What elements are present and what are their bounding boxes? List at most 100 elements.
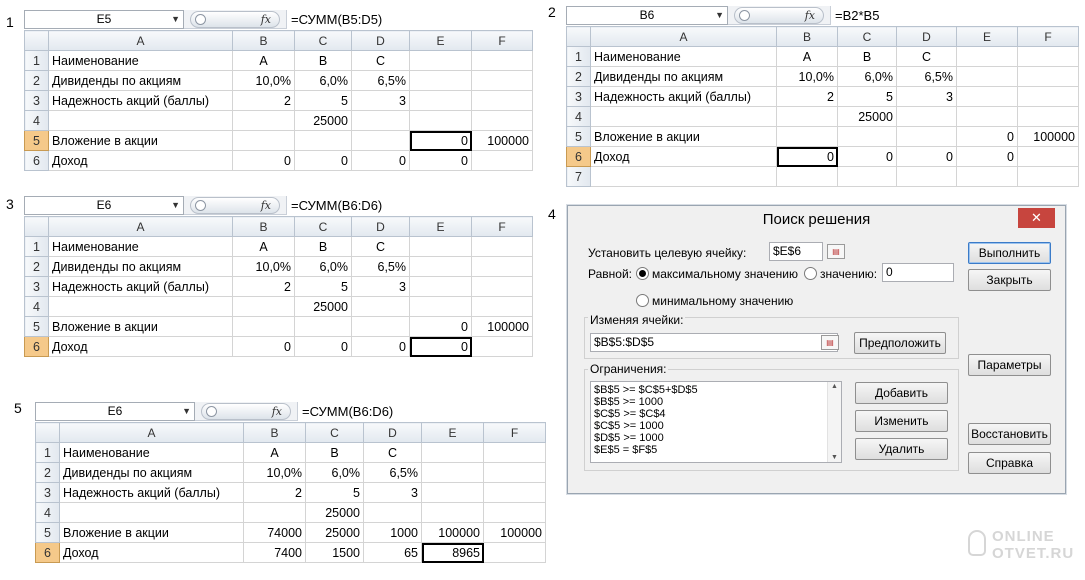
min-radio[interactable] xyxy=(636,294,649,307)
formula-input[interactable]: =СУММ(B5:D5) xyxy=(286,10,532,29)
cell-F2[interactable] xyxy=(471,70,533,91)
column-header-e[interactable]: E xyxy=(421,422,484,443)
cell-E5[interactable]: 100000 xyxy=(421,522,484,543)
cell-C5[interactable]: 25000 xyxy=(305,522,364,543)
formula-input[interactable]: =СУММ(B6:D6) xyxy=(297,402,545,421)
parameters-button[interactable]: Параметры xyxy=(968,354,1051,376)
cell-E2[interactable] xyxy=(421,462,484,483)
cell-B5[interactable] xyxy=(232,316,295,337)
cell-F1[interactable] xyxy=(471,50,533,71)
close-icon[interactable]: ✕ xyxy=(1018,208,1055,228)
cell-C1[interactable]: B xyxy=(837,46,897,67)
cell-B1[interactable]: A xyxy=(243,442,306,463)
delete-button[interactable]: Удалить xyxy=(855,438,948,460)
cell-E5[interactable]: 0 xyxy=(409,316,472,337)
cell-A5[interactable]: Вложение в акции xyxy=(59,522,244,543)
cell-C4[interactable]: 25000 xyxy=(294,296,352,317)
list-item[interactable]: $B$5 >= $C$5+$D$5 xyxy=(591,384,841,396)
formula-input[interactable]: =СУММ(B6:D6) xyxy=(286,196,532,215)
cell-D6[interactable]: 0 xyxy=(896,146,957,167)
cell-A4[interactable] xyxy=(48,296,233,317)
cell-F4[interactable] xyxy=(1017,106,1079,127)
cell-D2[interactable]: 6,5% xyxy=(351,256,410,277)
column-header-e[interactable]: E xyxy=(409,30,472,51)
cell-F5[interactable]: 100000 xyxy=(483,522,546,543)
cell-A3[interactable]: Надежность акций (баллы) xyxy=(48,90,233,111)
cell-C1[interactable]: B xyxy=(294,236,352,257)
insert-function-icon[interactable]: fx xyxy=(272,404,282,419)
list-item[interactable]: $E$5 = $F$5 xyxy=(591,444,841,456)
column-header-a[interactable]: A xyxy=(48,30,233,51)
max-radio[interactable] xyxy=(636,267,649,280)
column-header-e[interactable]: E xyxy=(956,26,1018,47)
cell-F3[interactable] xyxy=(471,276,533,297)
cell-A1[interactable]: Наименование xyxy=(59,442,244,463)
cell-B6[interactable]: 0 xyxy=(232,150,295,171)
cell-E4[interactable] xyxy=(409,110,472,131)
guess-button[interactable]: Предположить xyxy=(854,332,946,354)
cell-E5[interactable]: 0 xyxy=(956,126,1018,147)
target-cell-input[interactable]: $E$6 xyxy=(769,242,823,261)
cell-D1[interactable]: C xyxy=(363,442,422,463)
change-button[interactable]: Изменить xyxy=(855,410,948,432)
cell-C2[interactable]: 6,0% xyxy=(294,256,352,277)
constraints-list[interactable]: $B$5 >= $C$5+$D$5 $B$5 >= 1000 $C$5 >= $C$… xyxy=(590,381,842,463)
insert-function-icon[interactable]: fx xyxy=(261,12,271,27)
cell-E4[interactable] xyxy=(409,296,472,317)
row-header[interactable]: 6 xyxy=(35,542,60,563)
cell-A1[interactable]: Наименование xyxy=(590,46,777,67)
cell-F4[interactable] xyxy=(483,502,546,523)
name-box[interactable]: E6 ▼ xyxy=(24,196,184,215)
cell-D2[interactable]: 6,5% xyxy=(363,462,422,483)
cell-B4[interactable] xyxy=(243,502,306,523)
column-header-f[interactable]: F xyxy=(471,30,533,51)
cell-C3[interactable]: 5 xyxy=(305,482,364,503)
select-all-corner[interactable] xyxy=(24,30,49,51)
close-button[interactable]: Закрыть xyxy=(968,269,1051,291)
constraints-scrollbar[interactable]: ▲ ▼ xyxy=(827,382,841,462)
cell-D4[interactable] xyxy=(351,296,410,317)
cell-F5[interactable]: 100000 xyxy=(1017,126,1079,147)
cell-D4[interactable] xyxy=(351,110,410,131)
select-all-corner[interactable] xyxy=(24,216,49,237)
cell-B2[interactable]: 10,0% xyxy=(243,462,306,483)
cell-E1[interactable] xyxy=(409,50,472,71)
cell-E4[interactable] xyxy=(421,502,484,523)
changing-cells-input[interactable]: $B$5:$D$5 xyxy=(590,333,838,352)
row-header[interactable]: 5 xyxy=(24,130,49,151)
row-header[interactable]: 2 xyxy=(24,70,49,91)
cell-D3[interactable]: 3 xyxy=(363,482,422,503)
cell-F6[interactable] xyxy=(483,542,546,563)
cell-B2[interactable]: 10,0% xyxy=(232,70,295,91)
collapse-dialog-icon[interactable]: ▤ xyxy=(821,335,839,350)
cell-A2[interactable]: Дивиденды по акциям xyxy=(48,256,233,277)
row-header[interactable]: 4 xyxy=(566,106,591,127)
cell-A6[interactable]: Доход xyxy=(590,146,777,167)
cell-D3[interactable]: 3 xyxy=(351,276,410,297)
column-header-e[interactable]: E xyxy=(409,216,472,237)
row-header[interactable]: 6 xyxy=(24,336,49,357)
column-header-a[interactable]: A xyxy=(59,422,244,443)
collapse-dialog-icon[interactable]: ▤ xyxy=(827,244,845,259)
column-header-a[interactable]: A xyxy=(590,26,777,47)
cell-B4[interactable] xyxy=(776,106,838,127)
column-header-d[interactable]: D xyxy=(896,26,957,47)
formula-input[interactable]: =B2*B5 xyxy=(830,6,1078,25)
column-header-f[interactable]: F xyxy=(471,216,533,237)
column-header-c[interactable]: C xyxy=(294,30,352,51)
row-header[interactable]: 6 xyxy=(566,146,591,167)
cell-B5[interactable] xyxy=(232,130,295,151)
cell-B4[interactable] xyxy=(232,296,295,317)
add-button[interactable]: Добавить xyxy=(855,382,948,404)
cell-C3[interactable]: 5 xyxy=(294,90,352,111)
cell-F6[interactable] xyxy=(471,150,533,171)
column-header-d[interactable]: D xyxy=(351,216,410,237)
cell-B1[interactable]: A xyxy=(232,236,295,257)
cell-C1[interactable]: B xyxy=(294,50,352,71)
column-header-c[interactable]: C xyxy=(837,26,897,47)
cell-F3[interactable] xyxy=(483,482,546,503)
column-header-d[interactable]: D xyxy=(363,422,422,443)
cell-E2[interactable] xyxy=(409,256,472,277)
row-header[interactable]: 5 xyxy=(24,316,49,337)
cell-D7[interactable] xyxy=(896,166,957,187)
